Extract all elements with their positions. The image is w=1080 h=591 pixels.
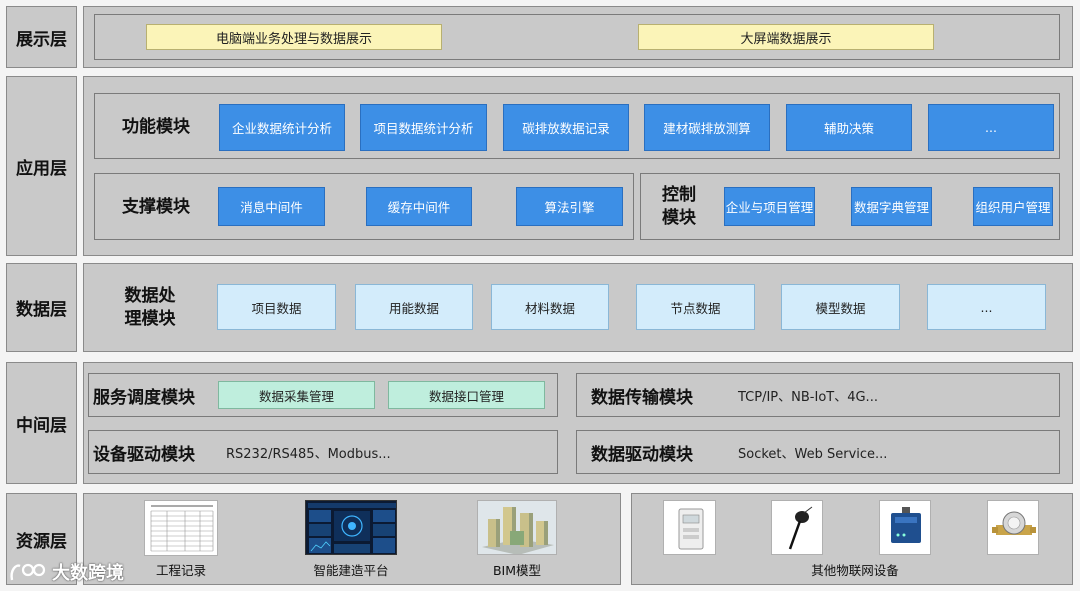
scheduling-module-title: 服务调度模块 (93, 387, 195, 408)
data-item-material: 材料数据 (491, 284, 609, 330)
layer-label-display-text: 展示层 (16, 29, 67, 50)
caption-iot-devices: 其他物联网设备 (811, 562, 899, 578)
data-item-model: 模型数据 (781, 284, 900, 330)
layer-label-data-text: 数据层 (16, 300, 67, 320)
datadrv-module-title: 数据驱动模块 (591, 444, 693, 465)
function-item-decision: 辅助决策 (786, 104, 912, 151)
data-title-line2: 理模块 (124, 309, 176, 329)
scheduling-item-interface: 数据接口管理 (388, 381, 545, 409)
bim-model-image (477, 500, 557, 555)
layer-label-display: 展示层 (6, 6, 77, 68)
control-module-title: 控制 模块 (648, 178, 710, 236)
watermark-icon (10, 563, 46, 581)
scheduling-item-collection: 数据采集管理 (218, 381, 375, 409)
layer-label-resource-text: 资源层 (16, 531, 67, 552)
engineering-record-image (144, 500, 218, 556)
iot-meter-image (663, 500, 716, 555)
smart-platform-image (305, 500, 397, 555)
function-item-project-stats: 项目数据统计分析 (360, 104, 487, 151)
layer-label-application: 应用层 (6, 76, 77, 256)
transfer-protocols: TCP/IP、NB-IoT、4G... (738, 389, 878, 405)
iot-gateway-image (879, 500, 931, 555)
control-title-line1: 控制 (662, 185, 696, 206)
control-item-enterprise-project: 企业与项目管理 (724, 187, 815, 226)
watermark-logo: 大数跨境 (8, 558, 148, 586)
support-item-message-mw: 消息中间件 (218, 187, 325, 226)
function-item-material-carbon: 建材碳排放测算 (644, 104, 770, 151)
datadrv-protocols: Socket、Web Service... (738, 446, 888, 462)
display-item-bigscreen: 大屏端数据展示 (638, 24, 934, 50)
display-item-pc: 电脑端业务处理与数据展示 (146, 24, 442, 50)
layer-label-middle: 中间层 (6, 362, 77, 484)
iot-sensor-image (771, 500, 823, 555)
control-item-dictionary: 数据字典管理 (851, 187, 932, 226)
iot-water-meter-image (987, 500, 1039, 555)
layer-label-data: 数据层 (6, 263, 77, 352)
caption-smart-platform: 智能建造平台 (313, 562, 389, 578)
watermark-text: 大数跨境 (52, 563, 124, 584)
caption-bim-model: BIM模型 (492, 562, 542, 578)
control-item-org-user: 组织用户管理 (973, 187, 1053, 226)
function-item-more: ... (928, 104, 1054, 151)
data-title-line1: 数据处 (124, 286, 176, 307)
device-protocols: RS232/RS485、Modbus... (226, 446, 391, 462)
function-module-title: 功能模块 (122, 116, 190, 137)
function-item-carbon-record: 碳排放数据记录 (503, 104, 629, 151)
layer-label-application-text: 应用层 (16, 158, 67, 179)
data-item-project: 项目数据 (217, 284, 336, 330)
control-title-line2: 模块 (662, 208, 696, 228)
layer-label-middle-text: 中间层 (16, 415, 67, 436)
data-item-energy: 用能数据 (355, 284, 473, 330)
support-item-algorithm: 算法引擎 (516, 187, 623, 226)
support-module-title: 支撑模块 (122, 196, 190, 217)
function-item-enterprise-stats: 企业数据统计分析 (219, 104, 345, 151)
data-item-node: 节点数据 (636, 284, 755, 330)
data-processing-title: 数据处 理模块 (104, 283, 196, 333)
data-item-more: ... (927, 284, 1046, 330)
device-module-title: 设备驱动模块 (93, 444, 195, 465)
transfer-module-title: 数据传输模块 (591, 387, 693, 408)
support-item-cache-mw: 缓存中间件 (366, 187, 472, 226)
